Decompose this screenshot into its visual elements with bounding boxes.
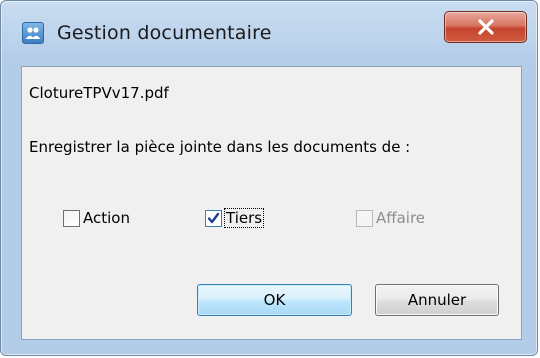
users-group-icon	[22, 22, 44, 44]
dialog-window: Gestion documentaire ClotureTPVv17.pdf E…	[0, 0, 538, 356]
dialog-body: ClotureTPVv17.pdf Enregistrer la pièce j…	[21, 66, 522, 340]
close-x-icon	[477, 19, 494, 35]
checkbox-affaire[interactable]: Affaire	[356, 207, 425, 229]
window-title: Gestion documentaire	[57, 22, 272, 44]
save-prompt-text: Enregistrer la pièce jointe dans les doc…	[29, 138, 411, 156]
ok-button[interactable]: OK	[197, 284, 352, 316]
affaire-checkbox-box[interactable]	[356, 209, 373, 227]
checkbox-action-label: Action	[83, 209, 130, 227]
tiers-checkbox-box[interactable]	[205, 209, 222, 227]
close-button[interactable]	[444, 11, 527, 43]
cancel-button[interactable]: Annuler	[375, 284, 499, 316]
title-bar[interactable]: Gestion documentaire	[1, 1, 537, 59]
action-checkbox-box[interactable]	[63, 209, 80, 227]
checkbox-action[interactable]: Action	[63, 207, 130, 229]
checkbox-affaire-label: Affaire	[376, 209, 426, 227]
checkbox-tiers[interactable]: Tiers	[205, 207, 265, 229]
attachment-filename: ClotureTPVv17.pdf	[29, 84, 169, 102]
checkbox-tiers-label: Tiers	[223, 208, 265, 228]
checkmark-icon	[207, 212, 220, 223]
